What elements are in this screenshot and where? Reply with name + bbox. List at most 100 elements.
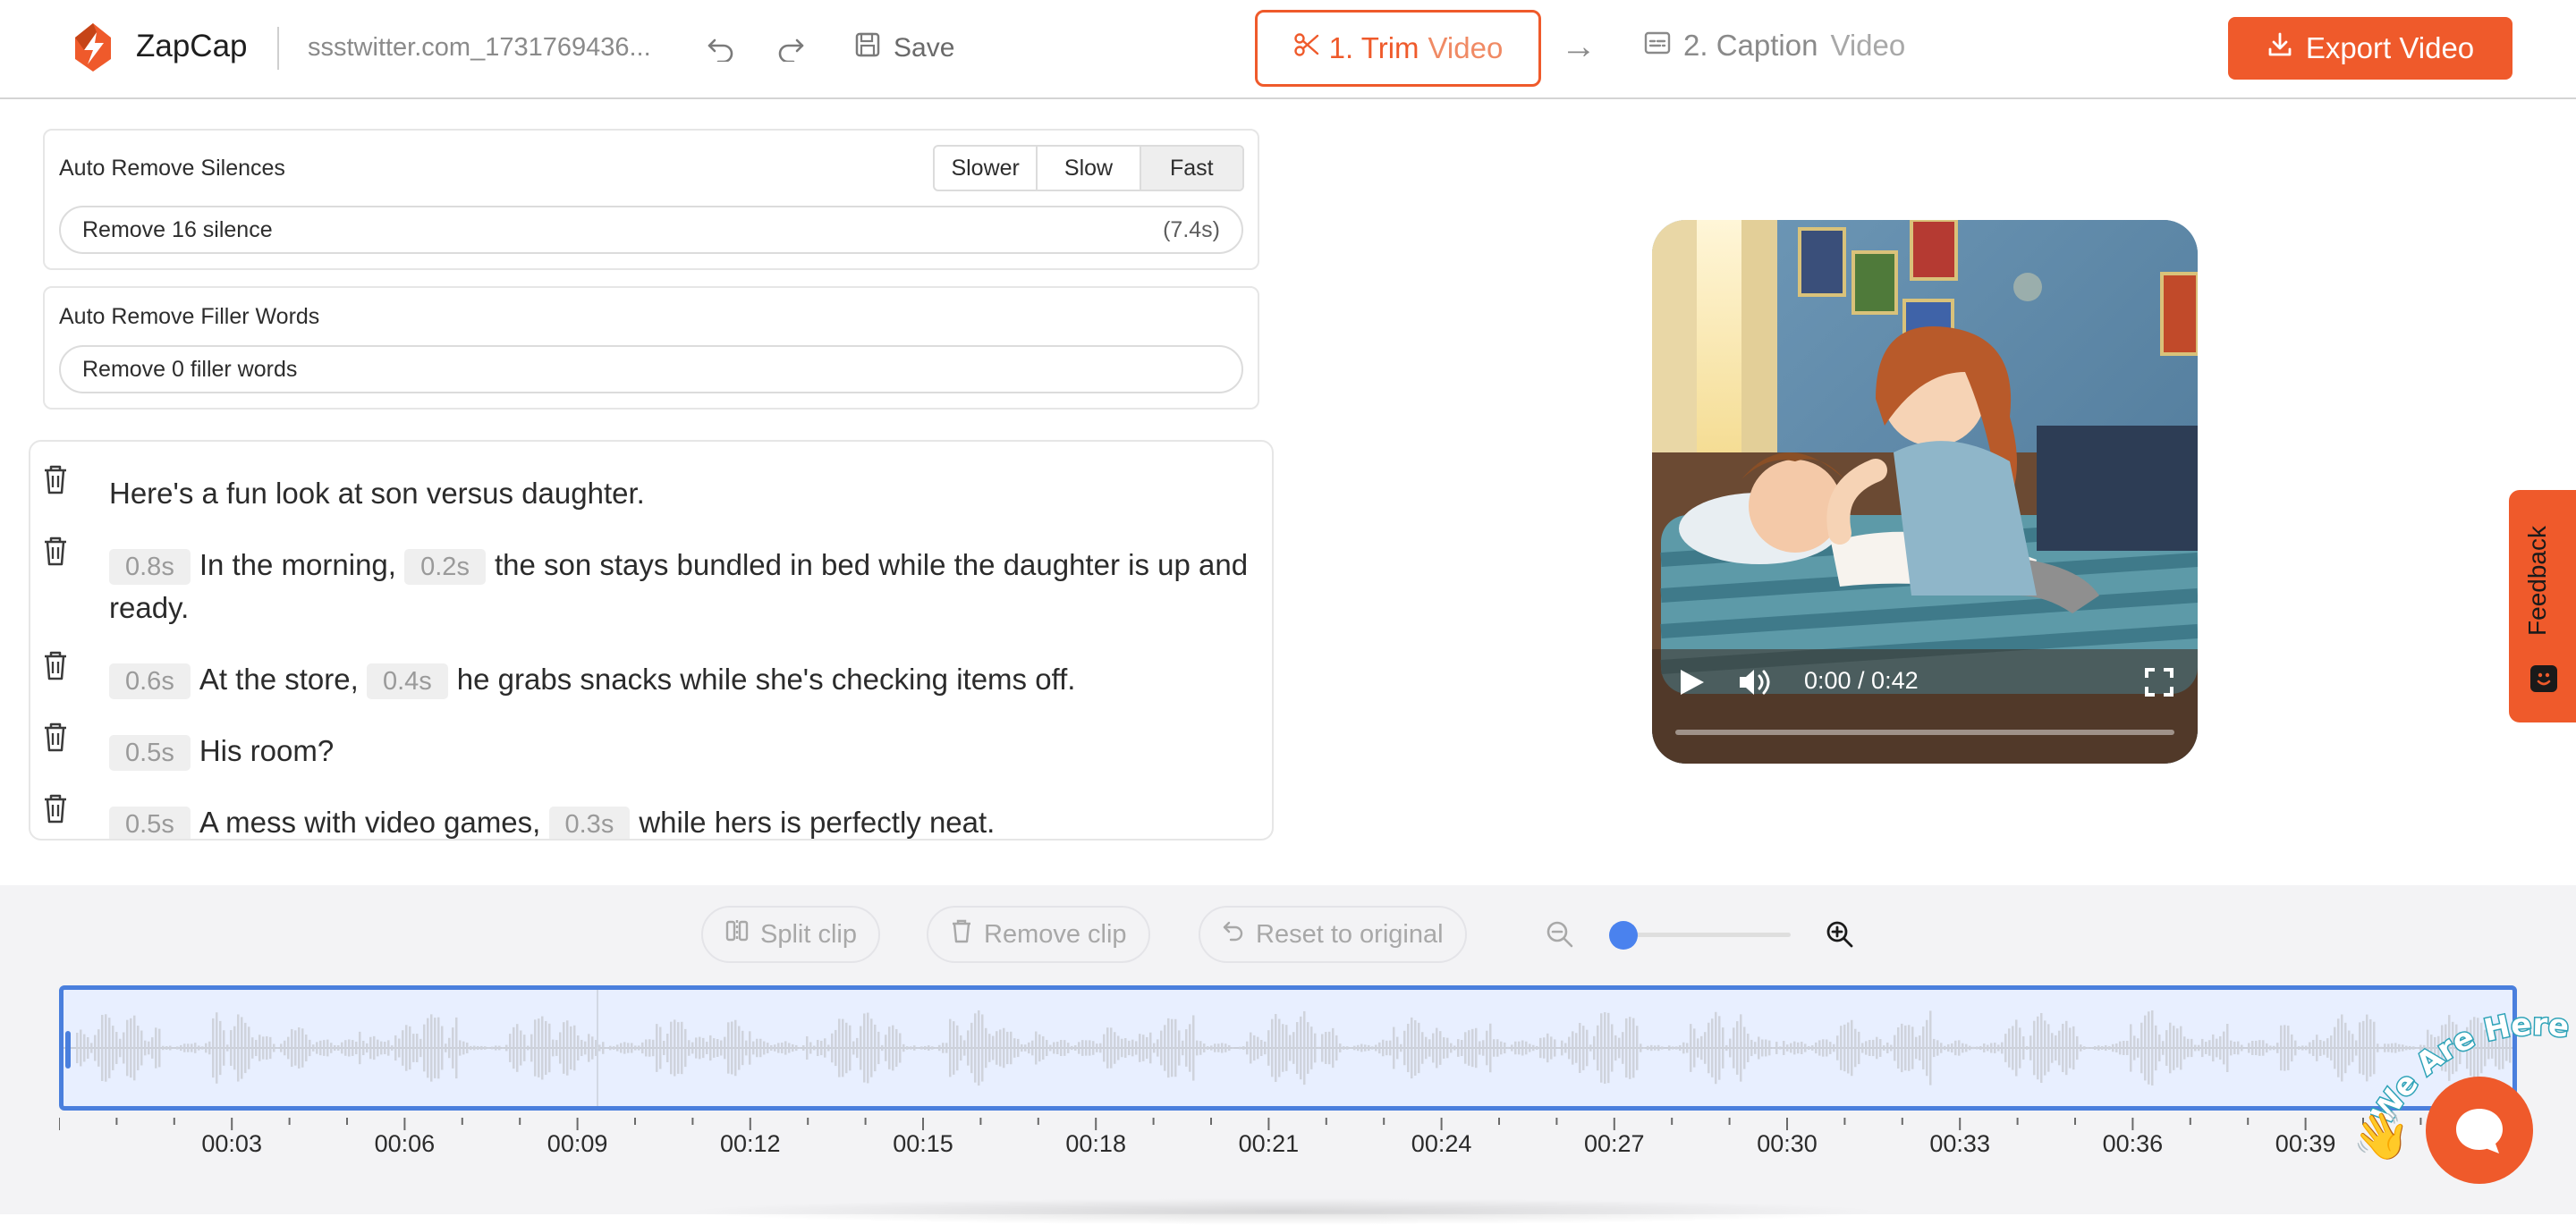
transcript-text: At the store,: [199, 663, 359, 696]
feedback-label: Feedback: [2523, 526, 2552, 636]
timeline-tick-label: 00:33: [1929, 1130, 1990, 1158]
smiley-icon: [2530, 665, 2557, 692]
reset-icon: [1222, 919, 1245, 950]
timeline-tick-label: 00:06: [375, 1130, 436, 1158]
filler-words-panel: Auto Remove Filler Words Remove 0 filler…: [43, 286, 1259, 410]
zoom-in-icon[interactable]: [1825, 919, 1855, 950]
step2-number: 2. Caption: [1683, 29, 1818, 63]
silence-gap-badge[interactable]: 0.5s: [109, 807, 191, 841]
timeline-tick-label: 00:30: [1757, 1130, 1818, 1158]
video-progress-bar[interactable]: [1675, 730, 2174, 735]
playhead-handle[interactable]: [65, 1031, 71, 1069]
transcript-text: he grabs snacks while she's checking ite…: [457, 663, 1076, 696]
transcript-editor[interactable]: Here's a fun look at son versus daughter…: [29, 440, 1274, 841]
timeline-tick-label: 00:27: [1584, 1130, 1645, 1158]
speed-slow-option[interactable]: Slow: [1038, 147, 1140, 190]
trash-icon[interactable]: [41, 792, 73, 828]
export-label: Export Video: [2306, 31, 2474, 65]
transcript-text: while hers is perfectly neat.: [639, 806, 995, 839]
silence-gap-badge[interactable]: 0.4s: [367, 663, 448, 699]
caption-icon: [1644, 29, 1671, 63]
transcript-text: A mess with video games,: [199, 806, 541, 839]
step2-word: Video: [1830, 29, 1905, 63]
split-icon: [724, 918, 750, 950]
remove-filler-words-label: Remove 0 filler words: [82, 357, 297, 383]
playback-time: 0:00 / 0:42: [1804, 667, 1919, 695]
silences-title: Auto Remove Silences: [59, 156, 285, 182]
waving-hand-icon: 👋: [2352, 1109, 2411, 1163]
timeline-tick-label: 00:24: [1411, 1130, 1472, 1158]
export-video-button[interactable]: Export Video: [2228, 17, 2512, 80]
reset-to-original-button[interactable]: Reset to original: [1199, 906, 1467, 963]
zoom-slider-thumb[interactable]: [1609, 921, 1638, 950]
silences-duration: (7.4s): [1163, 217, 1220, 243]
step-caption-video-tab[interactable]: 2. Caption Video: [1644, 29, 1905, 63]
split-clip-label: Split clip: [760, 920, 857, 950]
video-player[interactable]: 0:00 / 0:42: [1652, 220, 2198, 764]
remove-silences-label: Remove 16 silence: [82, 217, 273, 243]
speed-slower-option[interactable]: Slower: [935, 147, 1038, 190]
transcript-line[interactable]: Here's a fun look at son versus daughter…: [109, 472, 1263, 515]
zapcap-logo-icon[interactable]: [70, 20, 116, 75]
timeline-ruler: 00:0300:0600:0900:1200:1500:1800:2100:24…: [59, 1118, 2517, 1171]
remove-silences-button[interactable]: Remove 16 silence (7.4s): [59, 206, 1243, 254]
volume-icon[interactable]: [1738, 667, 1774, 697]
video-frame-image: [1652, 220, 2198, 764]
zoom-out-icon[interactable]: [1545, 919, 1575, 950]
transcript-line[interactable]: 0.6sAt the store, 0.4s he grabs snacks wh…: [109, 658, 1263, 701]
timeline-tick-label: 00:21: [1239, 1130, 1300, 1158]
step1-number: 1. Trim: [1329, 31, 1419, 65]
timeline-tick-label: 00:15: [893, 1130, 953, 1158]
silence-gap-badge[interactable]: 0.5s: [109, 735, 191, 771]
filler-words-title: Auto Remove Filler Words: [59, 304, 319, 330]
top-bar: ZapCap ssstwitter.com_1731769436... Save…: [0, 0, 2576, 99]
fullscreen-icon[interactable]: [2144, 667, 2174, 697]
chat-launcher-button[interactable]: [2426, 1077, 2533, 1184]
step-trim-video-tab[interactable]: 1. Trim Video: [1255, 10, 1541, 87]
download-icon: [2267, 31, 2293, 65]
undo-icon[interactable]: [703, 30, 739, 66]
audio-waveform: [64, 990, 2512, 1106]
trash-icon[interactable]: [41, 649, 73, 685]
transcript-line[interactable]: 0.5sA mess with video games, 0.3swhile h…: [109, 801, 1263, 841]
remove-clip-button[interactable]: Remove clip: [927, 906, 1150, 963]
arrow-right-icon: →: [1561, 27, 1597, 67]
trash-icon[interactable]: [41, 463, 73, 499]
remove-filler-words-button[interactable]: Remove 0 filler words: [59, 345, 1243, 393]
transcript-line[interactable]: 0.5sHis room?: [109, 730, 1263, 773]
redo-icon[interactable]: [773, 30, 809, 66]
feedback-tab[interactable]: Feedback: [2509, 490, 2576, 722]
save-icon: [854, 31, 881, 65]
silence-gap-badge[interactable]: 0.6s: [109, 663, 191, 699]
transcript-line[interactable]: 0.8sIn the morning, 0.2sthe son stays bu…: [109, 544, 1263, 629]
transcript-text: In the morning,: [199, 548, 396, 581]
timeline-tick-label: 00:09: [547, 1130, 608, 1158]
silence-gap-badge[interactable]: 0.8s: [109, 549, 191, 585]
scissors-icon: [1293, 31, 1320, 65]
silence-gap-badge[interactable]: 0.2s: [404, 549, 486, 585]
divider: [277, 27, 279, 70]
save-label: Save: [894, 33, 954, 63]
save-button[interactable]: Save: [854, 29, 954, 68]
timeline-tick-label: 00:12: [720, 1130, 781, 1158]
timeline-tick-label: 00:36: [2103, 1130, 2164, 1158]
project-filename[interactable]: ssstwitter.com_1731769436...: [308, 33, 657, 63]
silences-panel: Auto Remove Silences Slower Slow Fast Re…: [43, 129, 1259, 270]
trash-icon: [950, 918, 973, 950]
reset-to-original-label: Reset to original: [1256, 920, 1444, 950]
chat-bubble-icon: [2453, 1105, 2506, 1162]
timeline-tick-label: 00:39: [2275, 1130, 2336, 1158]
timeline-track[interactable]: [59, 985, 2517, 1111]
trash-icon[interactable]: [41, 721, 73, 756]
zoom-slider-track[interactable]: [1612, 933, 1791, 937]
split-clip-button[interactable]: Split clip: [701, 906, 880, 963]
speed-selector: Slower Slow Fast: [933, 145, 1244, 191]
silence-gap-badge[interactable]: 0.3s: [549, 807, 631, 841]
remove-clip-label: Remove clip: [984, 920, 1127, 950]
trash-icon[interactable]: [41, 535, 73, 570]
clip-boundary[interactable]: [597, 990, 598, 1106]
scroll-shadow: [680, 1198, 1887, 1225]
step1-word: Video: [1428, 31, 1504, 65]
play-icon[interactable]: [1677, 667, 1707, 697]
speed-fast-option[interactable]: Fast: [1141, 147, 1242, 190]
